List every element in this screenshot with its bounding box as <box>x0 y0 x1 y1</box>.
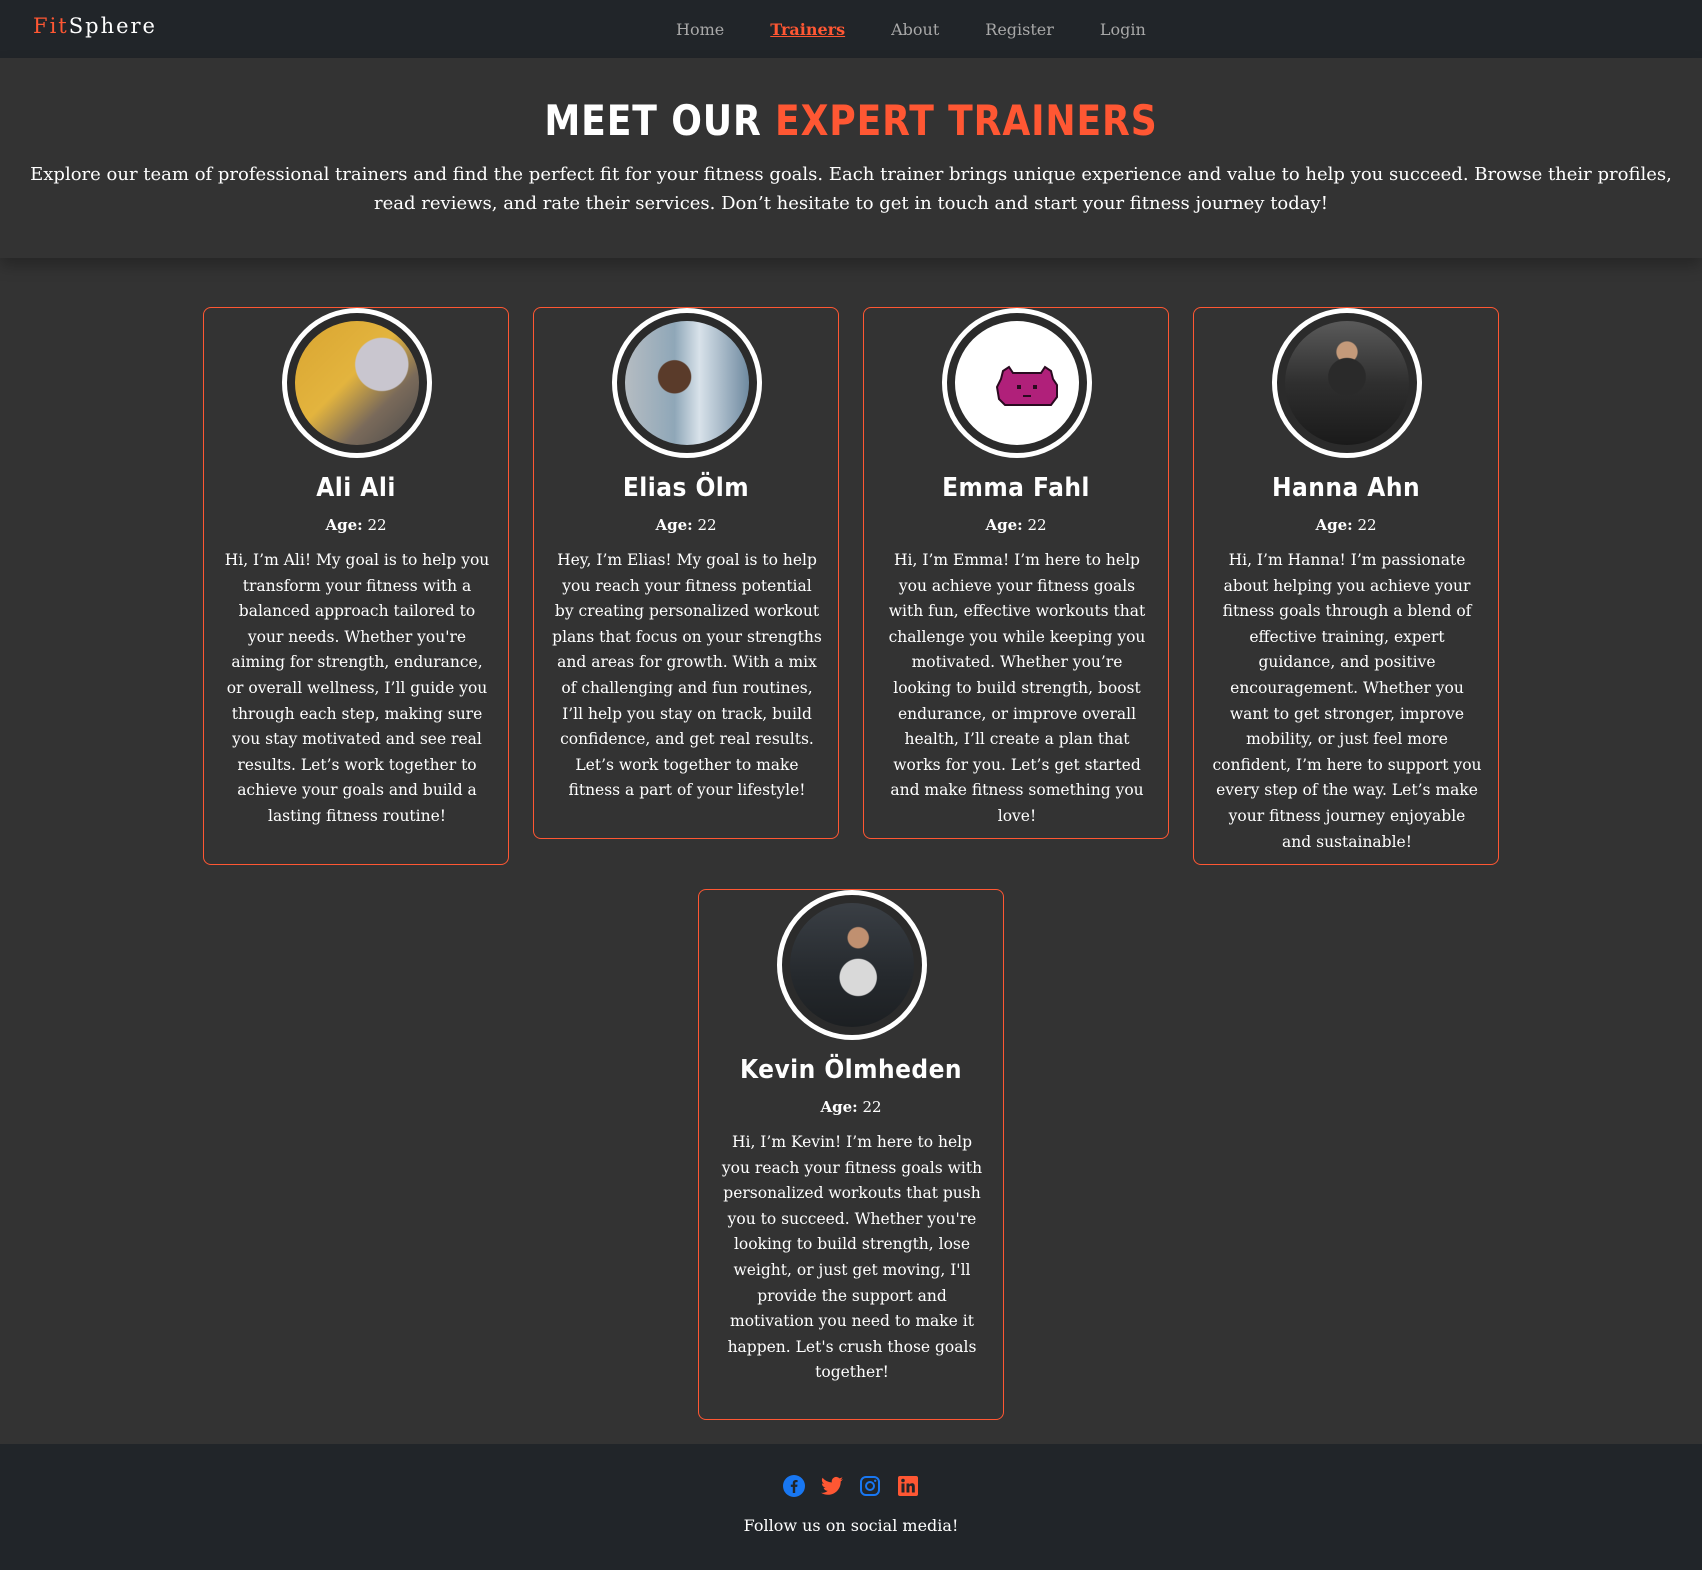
navbar: FitSphere Home Trainers About Register L… <box>0 0 1702 58</box>
age-label: Age: <box>820 1098 858 1116</box>
age-label: Age: <box>985 516 1023 534</box>
trainer-avatar <box>777 890 927 1040</box>
age-label: Age: <box>655 516 693 534</box>
nav-link-register[interactable]: Register <box>985 20 1054 39</box>
page-title: MEET OUR EXPERT TRAINERS <box>119 96 1583 145</box>
linkedin-icon[interactable] <box>896 1474 920 1498</box>
trainer-name: Elias Ölm <box>622 473 750 503</box>
age-value: 22 <box>367 516 387 534</box>
trainer-bio: Hi, I’m Hanna! I’m passionate about help… <box>1212 551 1482 851</box>
footer-text: Follow us on social media! <box>743 1516 959 1535</box>
trainer-card: Ali Ali Age: 22 Hi, I’m Ali! My goal is … <box>203 307 509 865</box>
trainer-name: Emma Fahl <box>942 473 1090 503</box>
nav-link-trainers[interactable]: Trainers <box>770 20 845 39</box>
trainer-age: Age: 22 <box>864 516 1168 534</box>
trainer-bio: Hi, I’m Emma! I’m here to help you achie… <box>888 551 1146 825</box>
brand-part-fit: Fit <box>33 14 69 38</box>
twitter-icon[interactable] <box>820 1474 844 1498</box>
trainer-age: Age: 22 <box>534 516 838 534</box>
trainer-name: Ali Ali <box>316 473 396 503</box>
trainer-name: Hanna Ahn <box>1271 473 1421 503</box>
trainer-avatar <box>1272 308 1422 458</box>
trainer-avatar <box>612 308 762 458</box>
age-value: 22 <box>697 516 717 534</box>
facebook-icon[interactable] <box>782 1474 806 1498</box>
social-links <box>0 1474 1702 1498</box>
trainer-bio: Hi, I’m Ali! My goal is to help you tran… <box>224 551 490 825</box>
trainer-card: Elias Ölm Age: 22 Hey, I’m Elias! My goa… <box>533 307 839 839</box>
trainer-age: Age: 22 <box>699 1098 1003 1116</box>
trainer-card: Kevin Ölmheden Age: 22 Hi, I’m Kevin! I’… <box>698 889 1004 1420</box>
hero-description: Explore our team of professional trainer… <box>30 164 1672 214</box>
nav-link-login[interactable]: Login <box>1100 20 1146 39</box>
brand-logo[interactable]: FitSphere <box>33 14 157 38</box>
trainer-age: Age: 22 <box>204 516 508 534</box>
trainer-bio: Hi, I’m Kevin! I’m here to help you reac… <box>721 1133 983 1382</box>
age-value: 22 <box>1357 516 1377 534</box>
page-title-part1: MEET OUR <box>544 96 776 145</box>
nav-links: Home Trainers About Register Login <box>676 0 1192 58</box>
trainer-card: Hanna Ahn Age: 22 Hi, I’m Hanna! I’m pas… <box>1193 307 1499 865</box>
hero-section: MEET OUR EXPERT TRAINERS Explore our tea… <box>0 58 1702 258</box>
trainer-avatar <box>942 308 1092 458</box>
pixel-monster-icon <box>995 365 1058 406</box>
trainer-age: Age: 22 <box>1194 516 1498 534</box>
age-label: Age: <box>325 516 363 534</box>
age-value: 22 <box>862 1098 882 1116</box>
brand-part-sphere: Sphere <box>68 14 157 38</box>
trainer-card: Emma Fahl Age: 22 Hi, I’m Emma! I’m here… <box>863 307 1169 839</box>
nav-link-home[interactable]: Home <box>676 20 724 39</box>
footer: Follow us on social media! <box>0 1444 1702 1570</box>
page-title-part2: EXPERT TRAINERS <box>775 96 1158 145</box>
trainer-avatar <box>282 308 432 458</box>
age-label: Age: <box>1315 516 1353 534</box>
age-value: 22 <box>1027 516 1047 534</box>
trainer-bio: Hey, I’m Elias! My goal is to help you r… <box>552 551 822 800</box>
trainer-name: Kevin Ölmheden <box>739 1055 963 1085</box>
nav-link-about[interactable]: About <box>891 20 939 39</box>
instagram-icon[interactable] <box>858 1474 882 1498</box>
